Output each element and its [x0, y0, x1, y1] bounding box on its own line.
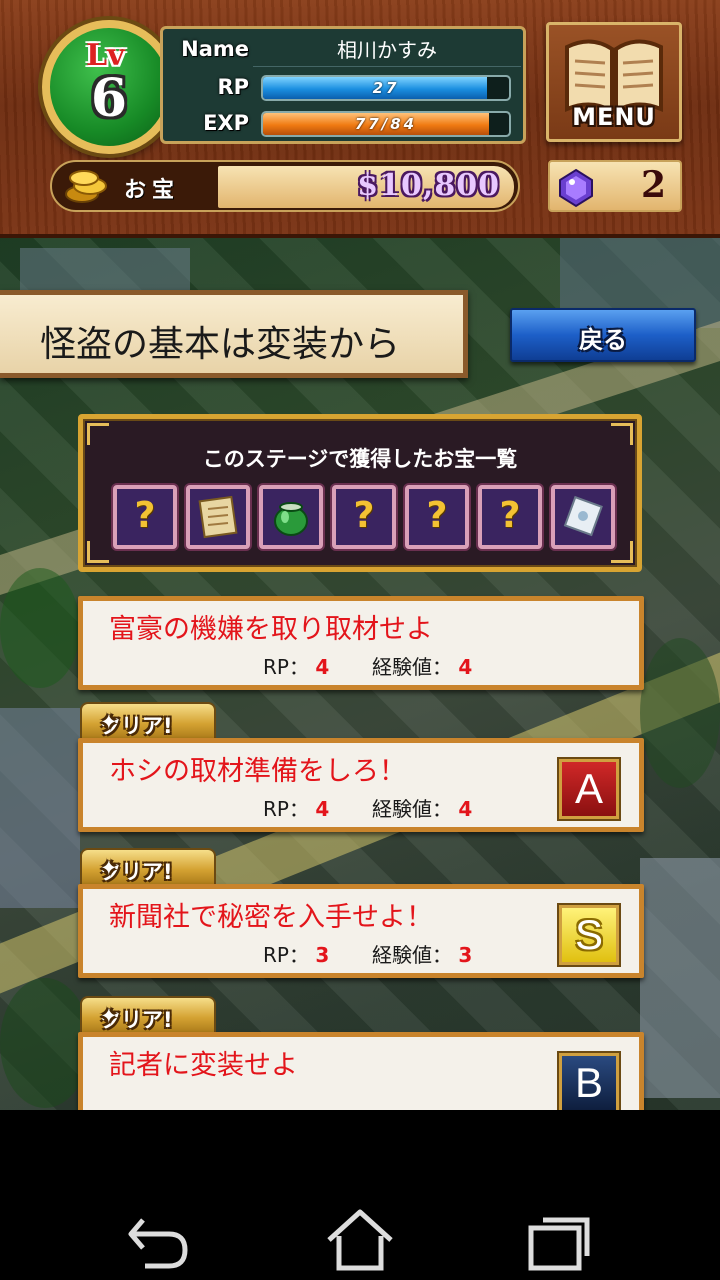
- exp-stat-label: 経験値：: [371, 655, 452, 679]
- treasure-slot[interactable]: ?: [478, 485, 542, 549]
- clear-tab: クリア! ✦: [80, 848, 216, 888]
- sparkle-icon: ✦: [100, 710, 118, 734]
- corner-ornament: [87, 423, 109, 445]
- gem-icon: [559, 168, 593, 208]
- rank-badge: S: [559, 905, 619, 965]
- corner-ornament: [611, 423, 633, 445]
- rp-stat-value: 4: [315, 655, 330, 679]
- mission-title: 富豪の機嫌を取り取材せよ: [109, 614, 433, 645]
- exp-stat-value: 4: [458, 797, 473, 821]
- unknown-treasure-icon: ?: [134, 495, 156, 536]
- level-badge: Lv 6: [42, 20, 176, 154]
- mission-item[interactable]: 記者に変装せよ B: [78, 1032, 644, 1110]
- mission-item[interactable]: 富豪の機嫌を取り取材せよ RP： 4 経験値： 4: [78, 596, 644, 690]
- back-button[interactable]: 戻る: [510, 308, 696, 362]
- exp-stat-label: 経験値：: [371, 943, 452, 967]
- map-tree: [0, 568, 80, 688]
- jar-treasure-icon: [274, 502, 308, 536]
- mission-title: 記者に変装せよ: [109, 1050, 298, 1081]
- map-building: [0, 708, 80, 908]
- stage-title-banner: 怪盗の基本は変装から: [0, 290, 468, 378]
- exp-value: 77/84: [354, 115, 418, 133]
- unknown-treasure-icon: ?: [353, 495, 375, 536]
- mission-stats: RP： 4 経験値： 4: [263, 793, 472, 822]
- rp-stat-label: RP：: [263, 797, 309, 821]
- map-tree: [640, 638, 720, 788]
- name-label: Name: [181, 37, 249, 61]
- sparkle-icon: ✦: [100, 1004, 118, 1028]
- player-stats-panel: Name 相川かすみ RP 27 EXP 77/84: [160, 26, 526, 144]
- rp-value: 27: [372, 79, 400, 97]
- unknown-treasure-icon: ?: [499, 495, 521, 536]
- exp-stat-value: 4: [458, 655, 473, 679]
- treasure-slot[interactable]: [186, 485, 250, 549]
- treasure-slot[interactable]: [551, 485, 615, 549]
- mission-stats: RP： 4 経験値： 4: [263, 651, 472, 680]
- treasure-slot[interactable]: ?: [113, 485, 177, 549]
- recent-apps-icon[interactable]: [515, 1198, 605, 1280]
- rp-stat-value: 4: [315, 797, 330, 821]
- status-header: Lv 6 Name 相川かすみ RP 27 EXP 77/84 MENU お宝 …: [0, 0, 720, 238]
- gem-count: 2: [640, 164, 666, 206]
- exp-bar: 77/84: [261, 111, 511, 137]
- clear-tab: クリア! ✦: [80, 996, 216, 1036]
- sparkle-icon: ✦: [100, 856, 118, 880]
- system-navigation-bar: [0, 1110, 720, 1280]
- level-value: 6: [90, 68, 128, 129]
- rank-badge: B: [559, 1053, 619, 1110]
- unknown-treasure-icon: ?: [426, 495, 448, 536]
- map-building: [640, 858, 720, 1098]
- menu-button[interactable]: MENU: [546, 22, 682, 142]
- card-treasure-icon: [563, 495, 603, 537]
- mission-stats: RP： 3 経験値： 3: [263, 939, 472, 968]
- rank-badge: A: [559, 759, 619, 819]
- stage-title: 怪盗の基本は変装から: [40, 324, 401, 365]
- mission-item[interactable]: ホシの取材準備をしろ！ RP： 4 経験値： 4 A: [78, 738, 644, 832]
- exp-stat-label: 経験値：: [371, 797, 452, 821]
- treasure-slot[interactable]: ?: [405, 485, 469, 549]
- stage-treasure-panel: このステージで獲得したお宝一覧 ? ? ? ?: [78, 414, 642, 572]
- rp-stat-value: 3: [315, 943, 330, 967]
- treasure-panel-title: このステージで獲得したお宝一覧: [202, 447, 518, 471]
- rp-stat-label: RP：: [263, 943, 309, 967]
- back-icon[interactable]: [115, 1198, 205, 1280]
- rp-label: RP: [217, 75, 249, 99]
- gem-counter[interactable]: 2: [548, 160, 682, 212]
- rank-letter: B: [574, 1059, 603, 1106]
- clear-tab: クリア! ✦: [80, 702, 216, 742]
- player-name: 相川かすみ: [253, 33, 521, 67]
- treasure-label: お宝: [124, 178, 181, 203]
- home-icon[interactable]: [315, 1198, 405, 1280]
- back-button-label: 戻る: [579, 326, 627, 354]
- rp-bar: 27: [261, 75, 511, 101]
- mission-title: ホシの取材準備をしろ！: [109, 756, 406, 787]
- rank-letter: A: [574, 765, 603, 812]
- rp-stat-label: RP：: [263, 655, 309, 679]
- corner-ornament: [87, 541, 109, 563]
- mission-title: 新聞社で秘密を入手せよ！: [109, 902, 433, 933]
- scroll-treasure-icon: [198, 495, 238, 539]
- map-tree: [0, 978, 90, 1108]
- treasure-value: $10,800: [357, 168, 500, 203]
- treasure-slot[interactable]: ?: [332, 485, 396, 549]
- menu-label: MENU: [572, 103, 656, 131]
- mission-item[interactable]: 新聞社で秘密を入手せよ！ RP： 3 経験値： 3 S: [78, 884, 644, 978]
- exp-label: EXP: [203, 111, 249, 135]
- treasure-money-bar: お宝 $10,800: [50, 160, 520, 212]
- gold-coins-icon: [65, 170, 107, 203]
- treasure-slot[interactable]: [259, 485, 323, 549]
- exp-stat-value: 3: [458, 943, 473, 967]
- rank-letter: S: [574, 911, 603, 958]
- treasure-value-box: $10,800: [218, 166, 514, 208]
